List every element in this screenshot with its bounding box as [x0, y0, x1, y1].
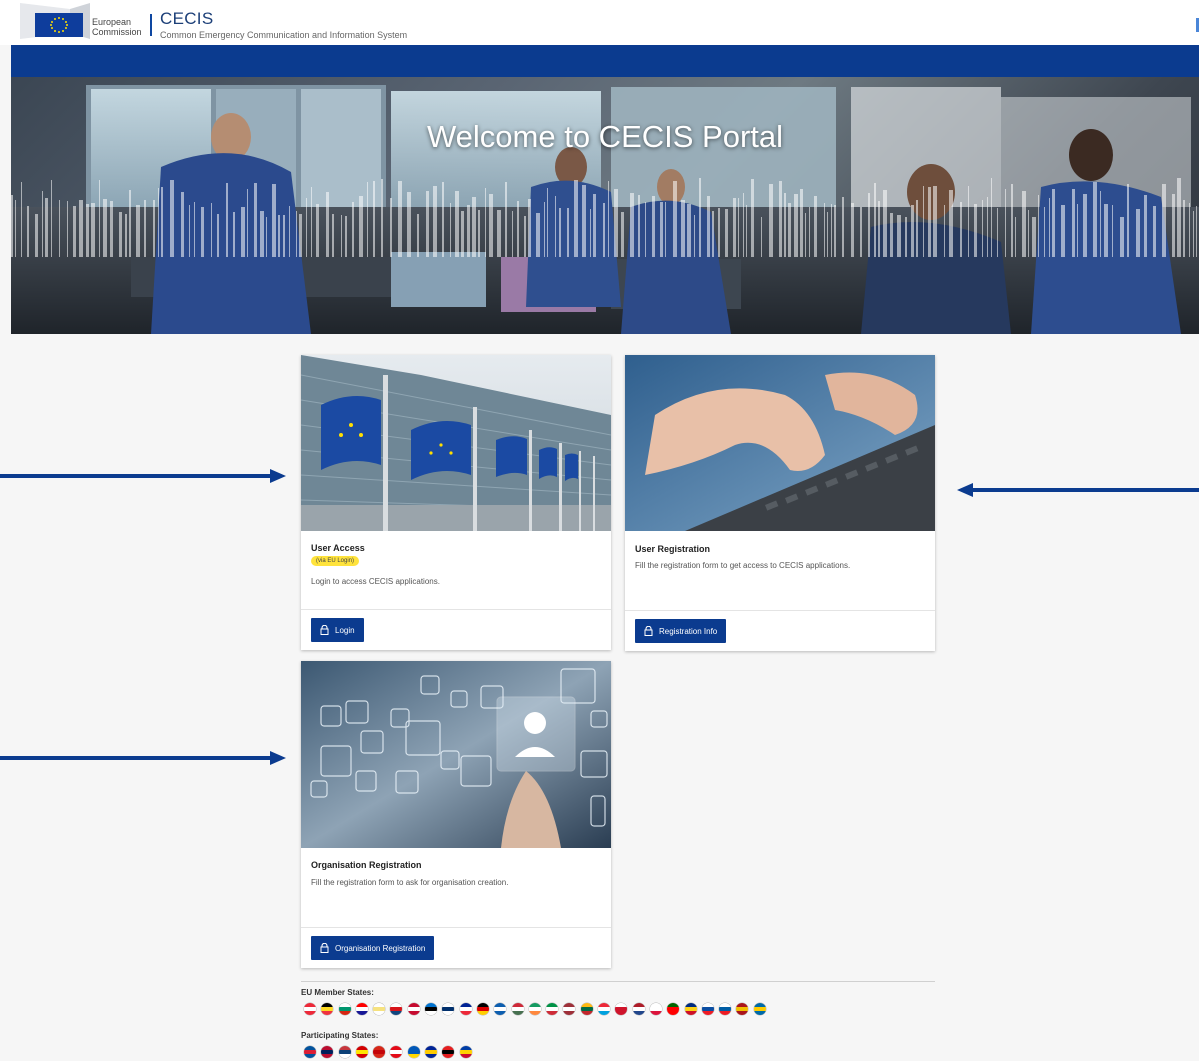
- flag-icon[interactable]: [373, 1003, 386, 1015]
- flag-icon[interactable]: [321, 1046, 334, 1058]
- user-registration-card: User Registration Fill the registration …: [625, 355, 935, 651]
- organisation-registration-image: [301, 661, 611, 848]
- organisation-registration-card: Organisation Registration Fill the regis…: [301, 661, 611, 968]
- flag-icon[interactable]: [649, 1003, 662, 1015]
- flag-icon[interactable]: [407, 1046, 420, 1058]
- flag-icon[interactable]: [459, 1003, 472, 1015]
- card-divider: [625, 610, 935, 611]
- states-divider: [301, 981, 935, 982]
- flag-icon[interactable]: [667, 1003, 680, 1015]
- user-registration-image: [625, 355, 935, 531]
- flag-icon[interactable]: [719, 1003, 732, 1015]
- eu-flag-icon: [35, 13, 83, 37]
- eu-member-states-label: EU Member States:: [301, 988, 374, 997]
- hero-banner: Welcome to CECIS Portal: [11, 77, 1199, 334]
- flag-icon[interactable]: [598, 1003, 611, 1015]
- login-button-label: Login: [335, 625, 355, 635]
- flag-icon[interactable]: [338, 1046, 351, 1058]
- flag-icon[interactable]: [425, 1046, 438, 1058]
- flag-icon[interactable]: [407, 1003, 420, 1015]
- flag-icon[interactable]: [580, 1003, 593, 1015]
- flag-icon[interactable]: [338, 1003, 351, 1015]
- flag-icon[interactable]: [546, 1003, 559, 1015]
- flag-icon[interactable]: [528, 1003, 541, 1015]
- site-header: European Commission CECIS Common Emergen…: [0, 0, 1199, 45]
- card-description: Fill the registration form to ask for or…: [311, 878, 509, 887]
- european-commission-logo[interactable]: European Commission: [20, 3, 150, 39]
- flag-icon[interactable]: [425, 1003, 438, 1015]
- flag-icon[interactable]: [304, 1046, 316, 1058]
- flag-icon[interactable]: [563, 1003, 576, 1015]
- arrow-right-icon: [0, 469, 286, 483]
- participating-states-label: Participating States:: [301, 1031, 379, 1040]
- hero-title: Welcome to CECIS Portal: [426, 119, 784, 154]
- flag-icon[interactable]: [494, 1003, 507, 1015]
- participating-states-flags: [304, 1046, 477, 1058]
- user-access-image: [301, 355, 611, 531]
- flag-icon[interactable]: [684, 1003, 697, 1015]
- flag-icon[interactable]: [355, 1046, 368, 1058]
- eu-member-states-flags: [304, 1003, 771, 1015]
- flag-icon[interactable]: [459, 1046, 472, 1058]
- flag-icon[interactable]: [321, 1003, 334, 1015]
- hero-background-image: [11, 85, 1199, 334]
- flag-icon[interactable]: [442, 1003, 455, 1015]
- flag-icon[interactable]: [736, 1003, 749, 1015]
- flag-icon[interactable]: [442, 1046, 455, 1058]
- organisation-registration-button[interactable]: Organisation Registration: [311, 936, 435, 960]
- flag-icon[interactable]: [701, 1003, 714, 1015]
- card-divider: [301, 609, 611, 610]
- flag-icon[interactable]: [355, 1003, 368, 1015]
- logo-text: European Commission: [92, 17, 142, 37]
- registration-info-button[interactable]: Registration Info: [635, 619, 727, 643]
- flag-icon[interactable]: [476, 1003, 489, 1015]
- flag-icon[interactable]: [615, 1003, 628, 1015]
- login-button[interactable]: Login: [311, 618, 364, 642]
- flag-icon[interactable]: [304, 1003, 316, 1015]
- arrow-left-icon: [957, 483, 1199, 497]
- card-title: Organisation Registration: [311, 860, 422, 870]
- logo-line-2: Commission: [92, 27, 142, 37]
- card-divider: [301, 927, 611, 928]
- app-title[interactable]: CECIS: [160, 9, 213, 29]
- flag-icon[interactable]: [753, 1003, 766, 1015]
- flag-icon[interactable]: [511, 1003, 524, 1015]
- eu-login-badge: (via EU Login): [311, 556, 360, 566]
- logo-line-1: European: [92, 17, 132, 27]
- flag-icon[interactable]: [373, 1046, 386, 1058]
- card-description: Fill the registration form to get access…: [635, 561, 851, 570]
- flag-icon[interactable]: [390, 1046, 403, 1058]
- arrow-right-icon: [0, 751, 286, 765]
- app-subtitle: Common Emergency Communication and Infor…: [160, 30, 408, 40]
- navigation-bar: [11, 45, 1199, 77]
- card-title: User Registration: [635, 544, 711, 554]
- card-title: User Access: [311, 543, 365, 553]
- flag-icon[interactable]: [390, 1003, 403, 1015]
- header-divider: [150, 14, 152, 36]
- flag-icon[interactable]: [632, 1003, 645, 1015]
- user-access-card: User Access (via EU Login) Login to acce…: [301, 355, 611, 650]
- lock-icon: [320, 943, 329, 953]
- card-description: Login to access CECIS applications.: [311, 577, 440, 586]
- organisation-registration-button-label: Organisation Registration: [335, 943, 426, 953]
- lock-icon: [644, 626, 653, 636]
- lock-icon: [320, 625, 329, 635]
- registration-info-button-label: Registration Info: [659, 626, 718, 636]
